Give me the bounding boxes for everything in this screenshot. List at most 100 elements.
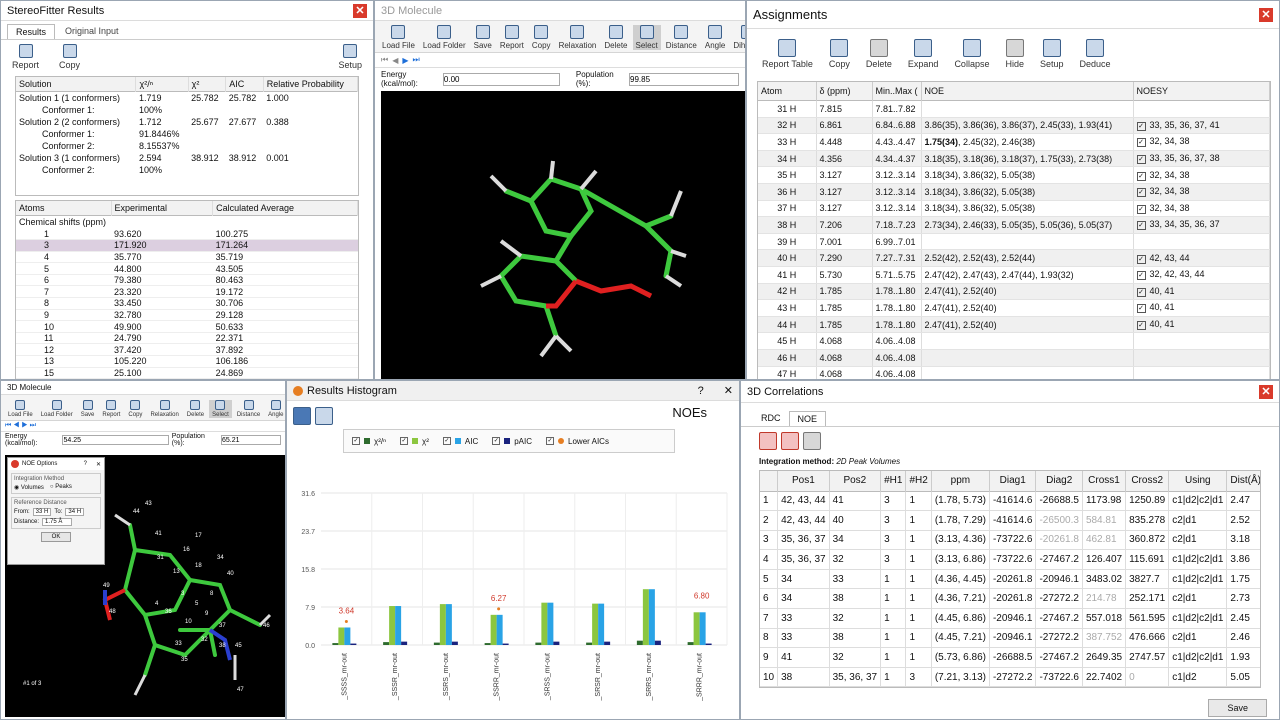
table-row[interactable]: 36 H 3.127 3.12..3.14 3.18(34), 3.86(32), 5… xyxy=(758,183,1270,201)
column-header[interactable]: Atoms xyxy=(16,201,112,216)
bar[interactable] xyxy=(383,642,390,645)
table-row[interactable]: 5 34 33 1 1 (4.36, 4.45) -20261.8 -20946.1 3483.… xyxy=(760,569,1260,590)
close-icon[interactable]: ✕ xyxy=(96,461,101,468)
bar[interactable] xyxy=(541,602,548,645)
nav-next-icon[interactable]: ▶ xyxy=(402,56,408,65)
population-input[interactable] xyxy=(220,435,281,445)
tool-button-relaxation[interactable]: Relaxation xyxy=(556,25,600,50)
table-row[interactable]: 47 H 4.068 4.06..4.08 xyxy=(758,366,1270,379)
table-row[interactable]: 42 H 1.785 1.78..1.80 2.47(41), 2.52(40) ✓ 40… xyxy=(758,283,1270,301)
column-header[interactable]: Relative Probability xyxy=(263,77,358,92)
bar[interactable] xyxy=(693,612,700,645)
copy-button[interactable]: Copy xyxy=(826,39,853,71)
column-header[interactable]: χ²/ⁿ xyxy=(135,77,189,92)
legend-item[interactable]: ✓ Lower AICs xyxy=(546,437,609,446)
table-row[interactable]: Solution 1 (1 conformers) 1.719 25.782 25.7… xyxy=(16,92,358,105)
bar[interactable] xyxy=(344,627,351,645)
table-row[interactable]: 1 42, 43, 44 41 3 1 (1.78, 5.73) -41614.6 -2668… xyxy=(760,491,1260,512)
tool-button-report[interactable]: Report xyxy=(497,25,527,50)
bar[interactable] xyxy=(648,589,655,645)
table-row[interactable]: 45 H 4.068 4.06..4.08 xyxy=(758,332,1270,350)
tool-button-select[interactable]: Select xyxy=(632,25,661,50)
table-row[interactable]: 41 H 5.730 5.71..5.75 2.47(42), 2.47(43), 2… xyxy=(758,266,1270,284)
bar[interactable] xyxy=(598,603,605,645)
column-header[interactable]: Diag1 xyxy=(989,471,1037,491)
report-table-button[interactable]: Report Table xyxy=(759,39,816,71)
bar[interactable] xyxy=(338,627,345,645)
column-header[interactable]: χ² xyxy=(188,77,227,92)
noesy-checkbox[interactable]: ✓ xyxy=(1136,321,1146,331)
close-icon[interactable]: ✕ xyxy=(1259,7,1273,22)
tool-button-load-folder[interactable]: Load Folder xyxy=(38,400,76,418)
nav-first-icon[interactable]: ⏮ xyxy=(381,55,388,65)
population-input[interactable] xyxy=(629,72,739,86)
report-button[interactable]: Report xyxy=(9,44,42,70)
table-row[interactable]: 9 41 32 1 1 (5.73, 6.86) -26688.5 -27467.2 2649.… xyxy=(760,647,1260,668)
tab-original-input[interactable]: Original Input xyxy=(57,24,127,39)
copy-icon[interactable] xyxy=(315,407,333,425)
legend-item[interactable]: ✓ χ²/ⁿ xyxy=(352,437,386,446)
noesy-checkbox[interactable]: ✓ xyxy=(1136,204,1146,214)
add-correlation-icon[interactable] xyxy=(759,432,777,450)
bar[interactable] xyxy=(604,641,611,645)
legend-item[interactable]: ✓ AIC xyxy=(442,437,478,446)
table-row[interactable]: 4 35.770 35.719 xyxy=(16,251,358,264)
legend-checkbox[interactable]: ✓ xyxy=(352,437,360,445)
nav-last-icon[interactable]: ⏭ xyxy=(413,55,420,65)
tool-button-load-file[interactable]: Load File xyxy=(5,400,36,418)
bar[interactable] xyxy=(687,642,694,645)
setup-button[interactable]: Setup xyxy=(335,44,365,70)
bar[interactable] xyxy=(484,643,491,645)
tool-button-copy[interactable]: Copy xyxy=(529,25,554,50)
legend-item[interactable]: ✓ χ² xyxy=(400,437,429,446)
column-header[interactable]: Atom xyxy=(758,82,817,101)
nav-next-icon[interactable]: ▶ xyxy=(21,422,27,429)
bar[interactable] xyxy=(433,642,440,645)
column-header[interactable]: NOE xyxy=(921,82,1134,101)
bar[interactable] xyxy=(592,603,599,645)
table-row[interactable]: Conformer 1: 91.8446% xyxy=(16,128,358,140)
help-icon[interactable]: ? xyxy=(84,461,87,467)
energy-input[interactable] xyxy=(62,435,169,445)
noesy-checkbox[interactable]: ✓ xyxy=(1136,171,1146,181)
table-row[interactable]: 1 93.620 100.275 xyxy=(16,228,358,241)
table-row[interactable]: 4 35, 36, 37 32 3 1 (3.13, 6.86) -73722.6 -2746… xyxy=(760,549,1260,570)
bar[interactable] xyxy=(389,606,396,645)
bar[interactable] xyxy=(496,614,503,645)
tool-button-select[interactable]: Select xyxy=(209,400,232,418)
molecule-viewer[interactable] xyxy=(381,91,745,379)
bar[interactable] xyxy=(586,642,593,645)
table-row[interactable]: 3 35, 36, 37 34 3 1 (3.13, 4.36) -73722.6 -2026… xyxy=(760,530,1260,551)
column-header[interactable]: Pos2 xyxy=(829,471,882,491)
legend-item[interactable]: ✓ pAIC xyxy=(492,437,532,446)
table-row[interactable]: 40 H 7.290 7.27..7.31 2.52(42), 2.52(43), 2… xyxy=(758,249,1270,267)
column-header[interactable]: δ (ppm) xyxy=(816,82,873,101)
tool-button-save[interactable]: Save xyxy=(78,400,98,418)
noesy-checkbox[interactable]: ✓ xyxy=(1136,188,1146,198)
tab-results[interactable]: Results xyxy=(7,24,56,39)
table-row[interactable]: 44 H 1.785 1.78..1.80 2.47(41), 2.52(40) ✓ 40… xyxy=(758,316,1270,334)
table-row[interactable]: Solution 3 (1 conformers) 2.594 38.912 38.9… xyxy=(16,152,358,164)
tool-button-report[interactable]: Report xyxy=(99,400,123,418)
bar[interactable] xyxy=(395,606,402,645)
column-header[interactable]: Cross2 xyxy=(1125,471,1170,491)
delete-icon[interactable] xyxy=(781,432,799,450)
bar[interactable] xyxy=(699,612,706,645)
table-row[interactable]: 15 25.100 24.869 xyxy=(16,367,358,379)
nav-first-icon[interactable]: ⏮ xyxy=(5,422,11,429)
table-row[interactable]: 8 33.450 30.706 xyxy=(16,297,358,310)
table-row[interactable]: 31 H 7.815 7.81..7.82 xyxy=(758,100,1270,118)
noesy-checkbox[interactable]: ✓ xyxy=(1136,121,1146,131)
hide-button[interactable]: Hide xyxy=(1002,39,1027,71)
table-row[interactable]: 34 H 4.356 4.34..4.37 3.18(35), 3.18(36), 3… xyxy=(758,150,1270,168)
help-icon[interactable]: ? xyxy=(698,385,704,397)
table-row[interactable]: 7 33 32 1 1 (4.45, 6.86) -20946.1 -27467.2 557.0… xyxy=(760,608,1260,629)
peaks-radio[interactable]: ○ Peaks xyxy=(50,484,72,491)
bar[interactable] xyxy=(654,640,661,645)
table-row[interactable]: 39 H 7.001 6.99..7.01 xyxy=(758,233,1270,251)
energy-input[interactable] xyxy=(442,72,560,86)
table-row[interactable]: 43 H 1.785 1.78..1.80 2.47(41), 2.52(40) ✓ 40… xyxy=(758,299,1270,317)
column-header[interactable]: Calculated Average xyxy=(212,201,358,216)
tool-button-copy[interactable]: Copy xyxy=(125,400,145,418)
bar[interactable] xyxy=(401,641,408,645)
